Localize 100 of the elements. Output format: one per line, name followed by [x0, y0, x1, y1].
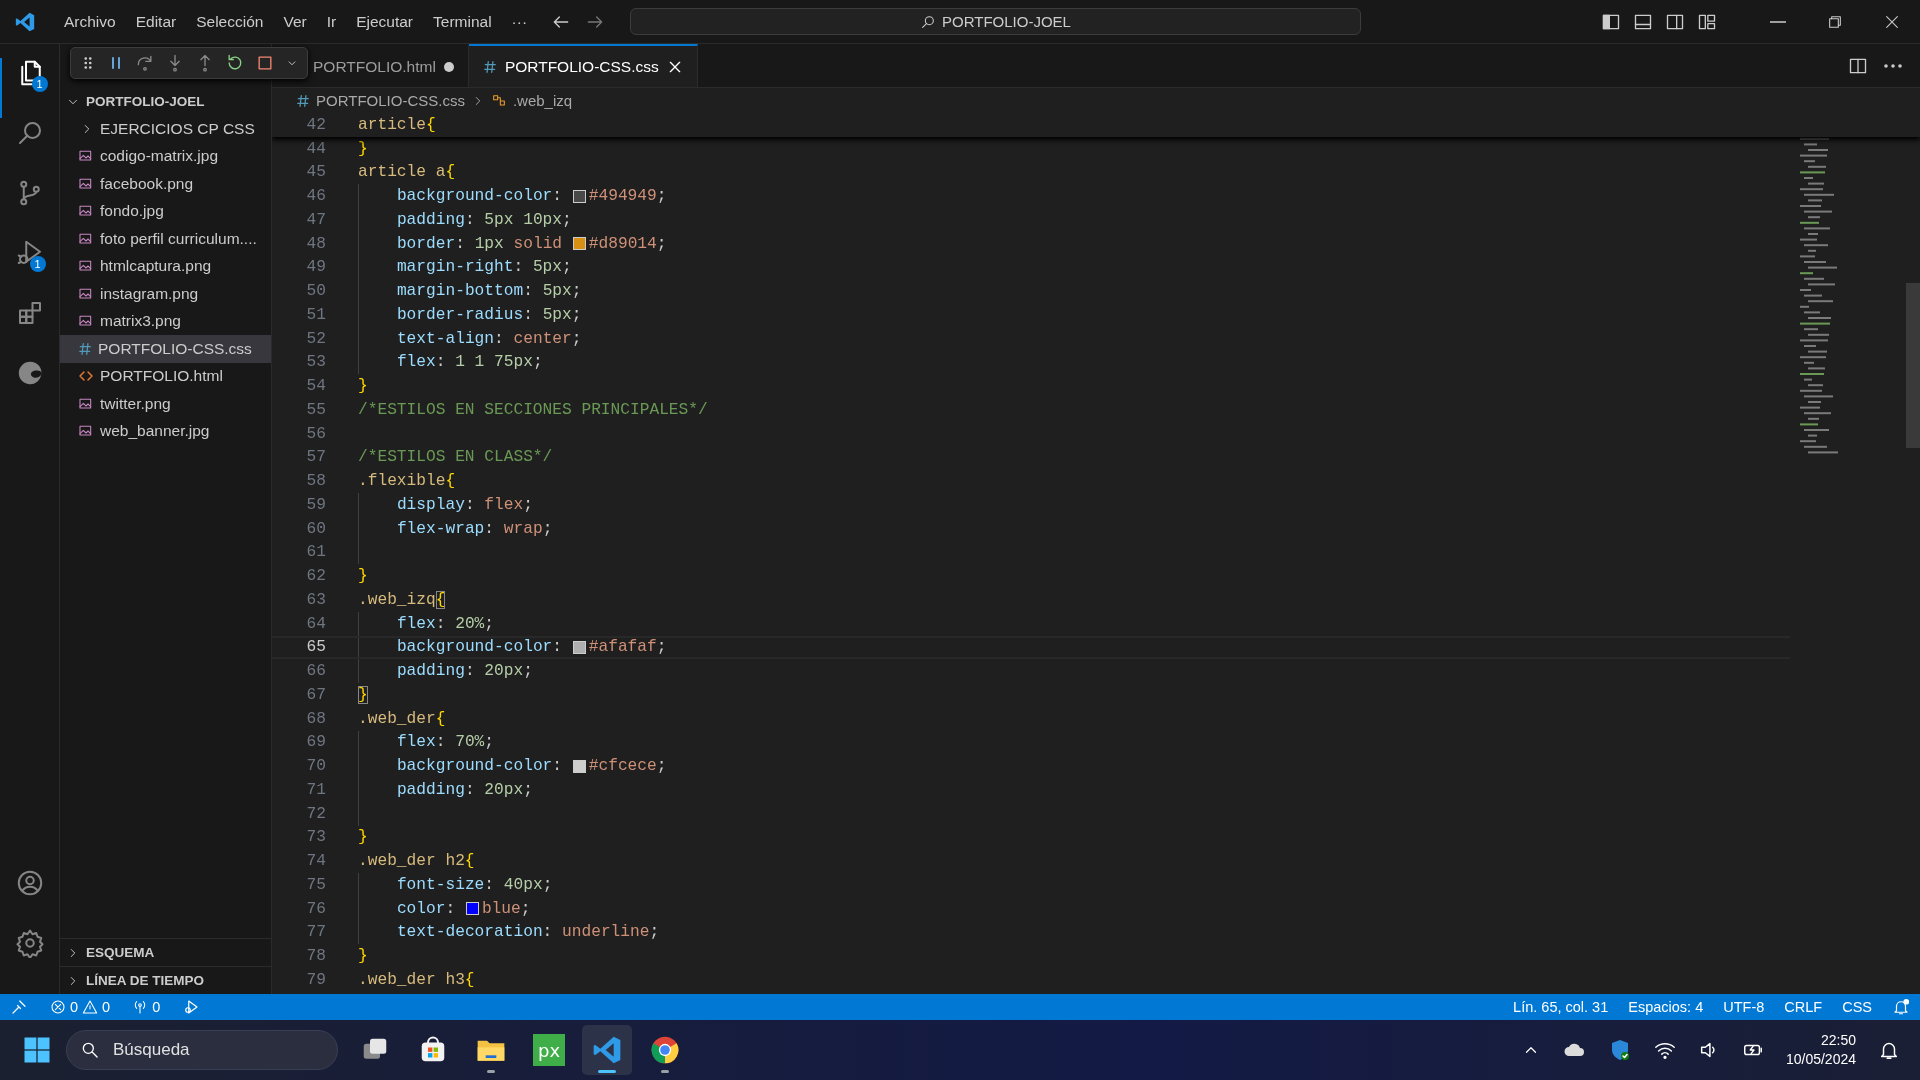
browser-logo-icon [649, 1034, 681, 1066]
line-number: 42 [305, 115, 326, 134]
line-number: 59 [305, 495, 326, 514]
file-name[interactable]: PORTFOLIO.html [100, 367, 223, 386]
file-name[interactable]: PORTFOLIO-CSS.css [98, 339, 252, 358]
code-line: flex-wrap: wrap; [358, 516, 553, 541]
status-item[interactable]: CSS [1842, 999, 1872, 1015]
symbol-class-icon [490, 92, 507, 109]
folder-name[interactable]: EJERCICIOS CP CSS [100, 119, 255, 138]
code-line: /*ESTILOS EN CLASS*/ [358, 447, 553, 469]
line-number: 58 [305, 472, 326, 491]
menu-item[interactable]: Selección [186, 8, 274, 35]
line-number: 76 [305, 899, 326, 918]
status-item[interactable]: UTF-8 [1723, 999, 1765, 1015]
line-number: 64 [305, 614, 326, 633]
error-icon [50, 999, 66, 1015]
search-field[interactable]: Búsqueda [66, 1030, 338, 1070]
menu-item[interactable]: Archivo [54, 8, 126, 35]
code-line: text-decoration: underline; [358, 920, 660, 945]
code-line: } [358, 827, 368, 849]
menu-item[interactable]: Ver [273, 8, 317, 35]
restore-icon [1826, 13, 1843, 30]
scrollbar-thumb[interactable] [1906, 283, 1920, 448]
menu-item[interactable]: Ir [316, 8, 347, 35]
command-center-search[interactable]: PORTFOLIO-JOEL [630, 8, 1361, 35]
section-header[interactable]: ESQUEMA [86, 945, 155, 960]
code-line: .web_der h2{ [358, 851, 475, 873]
app-logo-icon: px [533, 1034, 565, 1066]
line-number: 66 [305, 662, 326, 681]
line-number: 47 [305, 210, 326, 229]
code-line: padding: 20px; [358, 778, 533, 802]
code-line: background-color: #494949; [358, 184, 667, 208]
code-line: } [358, 946, 368, 968]
bell-icon [1892, 998, 1910, 1016]
code-line: flex: 20%; [358, 611, 495, 636]
section-header[interactable]: LÍNEA DE TIEMPO [86, 973, 204, 988]
line-number: 63 [305, 590, 326, 609]
file-name[interactable]: facebook.png [100, 174, 194, 193]
clock-date[interactable]: 10/05/2024 [1785, 1050, 1856, 1069]
line-number: 49 [305, 258, 326, 277]
settings-icon [14, 928, 45, 958]
menu-item[interactable]: ··· [501, 8, 538, 35]
code-line: border-radius: 5px; [358, 303, 582, 327]
step-over-icon [135, 53, 155, 73]
status-item[interactable]: CRLF [1784, 999, 1823, 1015]
line-number: 52 [305, 329, 326, 348]
menu-item[interactable]: Editar [125, 8, 187, 35]
line-number: 65 [305, 638, 326, 657]
ports-status[interactable]: 0 [132, 999, 161, 1015]
code-editor-logo-icon [591, 1034, 623, 1066]
line-number: 51 [305, 305, 326, 324]
menu-item[interactable]: Ejecutar [346, 8, 423, 35]
file-name[interactable]: foto perfil curriculum.... [100, 229, 257, 248]
clock-time[interactable]: 22:50 [1820, 1031, 1856, 1050]
breadcrumb-item[interactable]: .web_izq [512, 92, 573, 109]
line-number: 50 [305, 282, 326, 301]
hash-icon [482, 59, 497, 74]
count-badge: 1 [29, 256, 46, 272]
line-number: 45 [305, 163, 326, 182]
menu-item[interactable]: Terminal [423, 8, 502, 35]
line-number: 60 [305, 519, 326, 538]
code-line: } [358, 138, 368, 160]
line-number: 79 [305, 970, 326, 989]
search-icon [920, 13, 937, 30]
status-item[interactable]: Lín. 65, col. 31 [1513, 999, 1609, 1015]
folder-title[interactable]: PORTFOLIO-JOEL [86, 94, 205, 109]
code-line: margin-right: 5px; [358, 255, 572, 280]
code-line: padding: 20px; [358, 659, 533, 683]
code-line: flex: 70%; [358, 730, 495, 755]
code-line: .web_izq{ [358, 589, 446, 611]
file-name[interactable]: codigo-matrix.jpg [100, 147, 219, 166]
warning-icon [82, 999, 99, 1015]
file-name[interactable]: web_banner.jpg [100, 422, 210, 441]
file-name[interactable]: htmlcaptura.png [100, 257, 212, 276]
code-line: flex: 1 1 75px; [358, 350, 543, 375]
file-name[interactable]: fondo.jpg [100, 202, 164, 221]
line-number: 71 [305, 780, 326, 799]
code-line: display: flex; [358, 493, 533, 517]
code-line: margin-bottom: 5px; [358, 279, 582, 303]
code-line: padding: 5px 10px; [358, 208, 572, 232]
remote-icon [10, 998, 28, 1016]
status-item[interactable]: Espacios: 4 [1628, 999, 1704, 1015]
code-line: } [358, 566, 368, 588]
line-number: 46 [305, 187, 326, 206]
file-name[interactable]: matrix3.png [100, 312, 181, 331]
file-name[interactable]: instagram.png [100, 284, 199, 303]
line-number: 78 [305, 947, 326, 966]
selected-file-row[interactable]: PORTFOLIO-CSS.css [60, 335, 271, 363]
code-line: .flexible{ [358, 471, 456, 493]
code-line: text-align: center; [358, 326, 582, 351]
code-line: color: blue; [358, 896, 531, 921]
file-name[interactable]: twitter.png [100, 394, 171, 413]
code-line: article{ [358, 114, 436, 136]
line-number: 56 [305, 424, 326, 443]
code-line: /*ESTILOS EN SECCIONES PRINCIPALES*/ [358, 399, 708, 421]
editor-tab[interactable]: PORTFOLIO-CSS.css [468, 44, 698, 87]
line-number: 57 [305, 448, 326, 467]
breadcrumb-item[interactable]: PORTFOLIO-CSS.css [316, 92, 465, 109]
line-number: 77 [305, 923, 326, 942]
problems-status[interactable]: 0 0 [50, 999, 111, 1015]
